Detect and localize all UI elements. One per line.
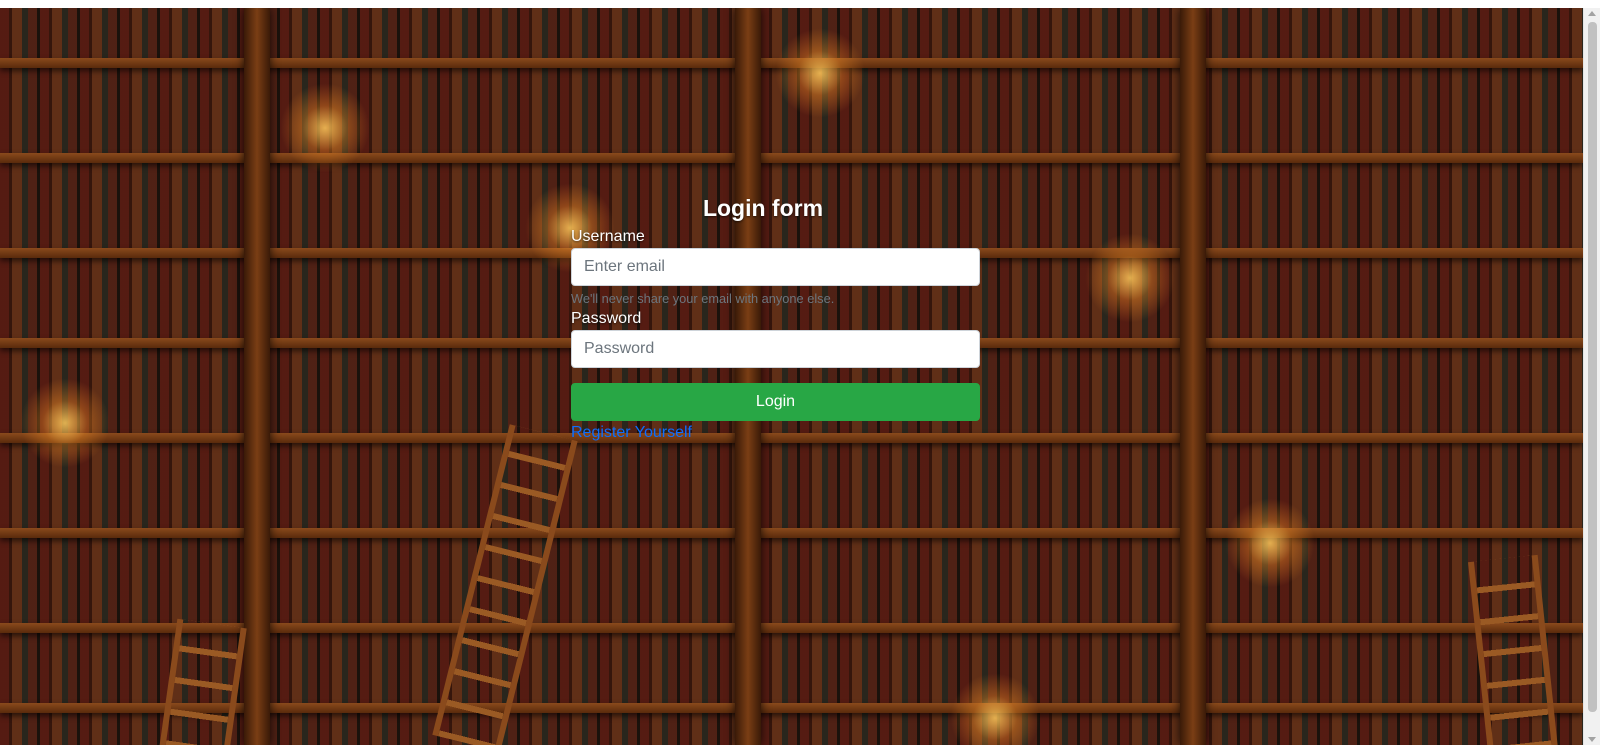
shelf-post: [1180, 8, 1206, 745]
candle-glow: [1085, 233, 1175, 323]
candle-glow: [950, 673, 1040, 745]
vertical-scrollbar[interactable]: [1583, 8, 1600, 745]
username-label: Username: [571, 228, 645, 245]
register-link[interactable]: Register Yourself: [571, 424, 692, 442]
form-title: Login form: [702, 195, 824, 221]
candle-glow: [280, 83, 370, 173]
login-button[interactable]: Login: [571, 383, 980, 421]
username-help-text: We'll never share your email with anyone…: [571, 291, 835, 306]
ladder: [432, 424, 578, 745]
candle-glow: [775, 28, 865, 118]
ladder: [1468, 554, 1558, 745]
shelf: [0, 703, 1583, 713]
password-input[interactable]: [571, 330, 980, 368]
shelf: [0, 528, 1583, 538]
ladder: [159, 618, 247, 745]
scroll-down-icon[interactable]: [1588, 737, 1596, 742]
candle-glow: [20, 378, 110, 468]
password-label: Password: [571, 310, 642, 327]
candle-glow: [1225, 498, 1315, 588]
shelf: [0, 153, 1583, 163]
login-form: Login form Username We'll never share yo…: [571, 190, 980, 442]
scroll-up-icon[interactable]: [1588, 11, 1596, 16]
username-input[interactable]: [571, 248, 980, 286]
shelf-post: [244, 8, 270, 745]
scrollbar-thumb[interactable]: [1588, 22, 1597, 712]
